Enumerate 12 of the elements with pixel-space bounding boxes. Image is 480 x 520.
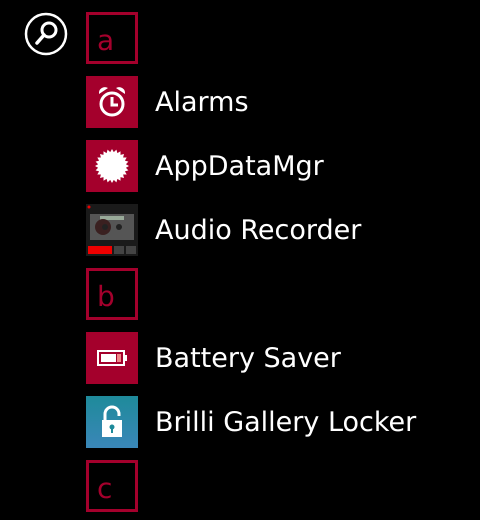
search-button[interactable]	[24, 12, 68, 56]
app-tile[interactable]	[86, 396, 138, 448]
app-tile[interactable]	[86, 332, 138, 384]
app-tile[interactable]	[86, 204, 138, 256]
app-name[interactable]: Brilli Gallery Locker	[155, 406, 416, 438]
app-name[interactable]: Alarms	[155, 86, 249, 118]
app-tile[interactable]	[86, 76, 138, 128]
app-name[interactable]: Audio Recorder	[155, 214, 362, 246]
app-name[interactable]: AppDataMgr	[155, 150, 324, 182]
cassette-recorder-icon	[86, 204, 138, 256]
app-tile[interactable]	[86, 140, 138, 192]
app-name[interactable]: Battery Saver	[155, 342, 341, 374]
